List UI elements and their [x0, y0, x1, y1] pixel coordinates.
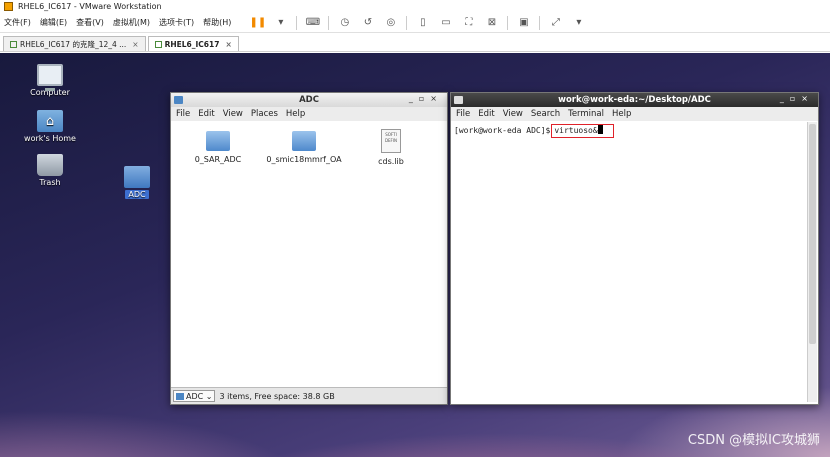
term-menu-edit[interactable]: Edit — [478, 109, 494, 119]
menu-edit[interactable]: 编辑(E) — [40, 17, 67, 28]
snapshot-icon[interactable]: ◷ — [338, 16, 351, 29]
location-label: ADC — [186, 391, 204, 401]
watermark: CSDN @模拟IC攻城狮 — [687, 433, 820, 448]
unity-icon[interactable]: ⊠ — [485, 16, 498, 29]
term-menu-search[interactable]: Search — [531, 109, 560, 119]
file-manager-titlebar[interactable]: ADC _▫× — [171, 93, 447, 107]
fm-menu-edit[interactable]: Edit — [198, 109, 214, 119]
home-folder-icon: ⌂ — [37, 110, 63, 132]
location-dropdown[interactable]: ADC ⌄ — [173, 390, 216, 402]
term-menu-file[interactable]: File — [456, 109, 470, 119]
file-icon-text: DEFIN — [384, 138, 398, 143]
terminal-prompt: [work@work-eda ADC]$ — [454, 126, 551, 135]
vmware-menubar: 文件(F) 编辑(E) 查看(V) 虚拟机(M) 选项卡(T) 帮助(H) ❚❚… — [0, 13, 830, 33]
term-menu-view[interactable]: View — [503, 109, 523, 119]
menu-help[interactable]: 帮助(H) — [203, 17, 231, 28]
computer-icon — [37, 64, 63, 91]
toolbar-divider — [539, 15, 541, 30]
file-item-label: 0_smic18mmrf_OA — [266, 155, 342, 164]
toolbar-divider — [296, 15, 298, 30]
terminal-command: virtuoso& — [554, 126, 598, 135]
file-view: 0_SAR_ADC 0_smic18mmrf_OA SOFTI DEFIN cd… — [171, 121, 447, 387]
pause-icon[interactable]: ❚❚ — [250, 16, 267, 29]
vmware-logo-icon — [4, 2, 13, 11]
dropdown-arrow-icon[interactable]: ▾ — [572, 16, 585, 29]
snapshot-manager-icon[interactable]: ◎ — [384, 16, 397, 29]
terminal-title: work@work-eda:~/Desktop/ADC — [558, 95, 711, 105]
menu-view[interactable]: 查看(V) — [76, 17, 104, 28]
toolbar-divider — [406, 15, 408, 30]
sidebar-toggle-icon[interactable]: ▯ — [416, 16, 429, 29]
vm-tab-rhel6[interactable]: RHEL6_IC617 × — [147, 36, 239, 51]
vmware-title-bar: RHEL6_IC617 - VMware Workstation — [0, 0, 830, 13]
vmware-tab-bar: RHEL6_IC617 的克隆_12_4 ... × RHEL6_IC617 × — [0, 34, 830, 52]
stretch-icon[interactable]: ⤢ — [549, 16, 562, 29]
desktop-icon-computer[interactable]: Computer — [15, 64, 85, 97]
term-menu-terminal[interactable]: Terminal — [568, 109, 604, 119]
text-cursor — [597, 125, 603, 134]
window-title: RHEL6_IC617 - VMware Workstation — [18, 2, 162, 11]
file-item-sar-adc[interactable]: 0_SAR_ADC — [173, 131, 263, 164]
desktop-icon-label: work's Home — [24, 134, 76, 143]
fm-menu-help[interactable]: Help — [286, 109, 305, 119]
send-keys-icon[interactable]: ⌨ — [306, 16, 320, 29]
text-file-icon: SOFTI DEFIN — [381, 129, 401, 153]
trash-icon — [37, 154, 63, 176]
file-item-label: cds.lib — [378, 157, 404, 166]
console-view-icon[interactable]: ▣ — [517, 16, 530, 29]
terminal-titlebar[interactable]: work@work-eda:~/Desktop/ADC _▫× — [451, 93, 818, 107]
file-item-label: 0_SAR_ADC — [194, 155, 242, 164]
folder-icon — [124, 166, 150, 188]
desktop-icon-adc[interactable]: ADC — [102, 166, 172, 199]
file-item-cds-lib[interactable]: SOFTI DEFIN cds.lib — [346, 129, 436, 166]
menu-vm[interactable]: 虚拟机(M) — [113, 17, 150, 28]
desktop-icon-home[interactable]: ⌂ work's Home — [15, 110, 85, 143]
file-manager-menubar: File Edit View Places Help — [171, 107, 447, 121]
chevron-down-icon: ⌄ — [203, 391, 213, 401]
fm-menu-view[interactable]: View — [223, 109, 243, 119]
window-controls[interactable]: _▫× — [409, 94, 443, 103]
file-item-smic18mmrf[interactable]: 0_smic18mmrf_OA — [259, 131, 349, 164]
terminal-menubar: File Edit View Search Terminal Help — [451, 107, 818, 121]
file-manager-statusbar: ADC ⌄ 3 items, Free space: 38.8 GB — [171, 387, 447, 404]
terminal-scrollbar[interactable] — [807, 122, 817, 402]
desktop-icon-label: ADC — [125, 190, 149, 199]
toolbar-divider — [328, 15, 330, 30]
menu-tabs[interactable]: 选项卡(T) — [159, 17, 194, 28]
terminal-screen[interactable]: [work@work-eda ADC]$ virtuoso& — [453, 122, 806, 402]
thumbnail-icon[interactable]: ▭ — [439, 16, 452, 29]
tab-label: RHEL6_IC617 的克隆_12_4 ... — [20, 39, 127, 49]
highlighted-command: virtuoso& — [551, 124, 614, 138]
folder-icon — [292, 131, 316, 151]
vm-icon — [10, 40, 17, 48]
fm-menu-places[interactable]: Places — [251, 109, 278, 119]
vmware-toolbar: ❚❚ ▾ ⌨ ◷ ↺ ◎ ▯ ▭ ⛶ ⊠ ▣ ⤢ ▾ — [246, 15, 590, 30]
revert-snapshot-icon[interactable]: ↺ — [361, 16, 374, 29]
dropdown-arrow-icon[interactable]: ▾ — [274, 16, 287, 29]
terminal-icon — [454, 96, 463, 104]
desktop-icon-label: Trash — [39, 178, 61, 187]
folder-icon — [206, 131, 230, 151]
terminal-window: work@work-eda:~/Desktop/ADC _▫× File Edi… — [450, 92, 819, 405]
tab-label: RHEL6_IC617 — [164, 39, 220, 49]
fullscreen-icon[interactable]: ⛶ — [462, 16, 475, 29]
file-manager-window: ADC _▫× File Edit View Places Help 0_SAR… — [170, 92, 448, 405]
vm-tab-clone[interactable]: RHEL6_IC617 的克隆_12_4 ... × — [3, 36, 146, 51]
toolbar-divider — [507, 15, 509, 30]
folder-icon — [174, 96, 183, 104]
term-menu-help[interactable]: Help — [612, 109, 631, 119]
menu-file[interactable]: 文件(F) — [4, 17, 31, 28]
close-icon[interactable]: × — [132, 40, 138, 49]
file-manager-title: ADC — [299, 95, 319, 105]
status-text: 3 items, Free space: 38.8 GB — [219, 391, 335, 401]
desktop-icon-trash[interactable]: Trash — [15, 154, 85, 187]
fm-menu-file[interactable]: File — [176, 109, 190, 119]
vm-icon — [154, 40, 162, 48]
folder-icon — [176, 392, 184, 400]
window-controls[interactable]: _▫× — [780, 94, 814, 103]
close-icon[interactable]: × — [225, 40, 231, 49]
